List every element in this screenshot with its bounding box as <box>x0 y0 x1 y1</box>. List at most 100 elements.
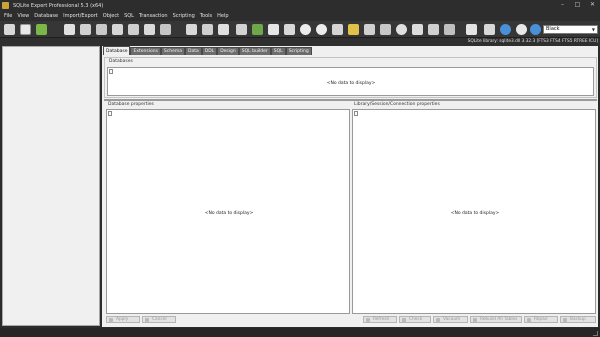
tab-sql[interactable]: SQL <box>270 47 286 55</box>
about-icon[interactable] <box>516 24 527 35</box>
import-icon[interactable] <box>160 24 171 35</box>
menu-tools[interactable]: Tools <box>200 13 212 19</box>
menu-view[interactable]: View <box>17 13 29 19</box>
toolbar <box>0 21 600 38</box>
vacuum-label: Vacuum <box>443 317 461 322</box>
databases-empty-text: <No data to display> <box>326 81 376 86</box>
new-table-icon[interactable] <box>80 24 91 35</box>
document-icon[interactable] <box>412 24 423 35</box>
refresh-icon[interactable] <box>64 24 75 35</box>
apply-icon <box>109 318 113 322</box>
info-icon[interactable] <box>530 24 541 35</box>
tab-schema[interactable]: Schema <box>160 47 186 55</box>
maximize-button[interactable]: □ <box>573 1 582 9</box>
grid-corner[interactable] <box>108 111 112 116</box>
app-icon <box>2 2 9 9</box>
repair-button[interactable]: Repair <box>524 316 558 323</box>
rebuild-icon <box>473 318 477 322</box>
resize-grip-icon[interactable] <box>593 331 598 336</box>
menu-sql[interactable]: SQL <box>124 13 134 19</box>
menu-bar: File View Database Import/Export Object … <box>0 11 600 21</box>
check-label: Check <box>409 317 423 322</box>
tab-ddl[interactable]: DDL <box>201 47 218 55</box>
tab-database[interactable]: Database <box>103 46 131 55</box>
databases-group: Databases <No data to display> <box>104 57 597 98</box>
attach-icon[interactable] <box>36 24 47 35</box>
style-select[interactable]: Black ▼ <box>543 25 598 34</box>
web-icon[interactable] <box>484 24 495 35</box>
compare-icon[interactable] <box>268 24 279 35</box>
title-bar: SQLite Expert Professional 5.3 (x64) – □… <box>0 0 600 11</box>
open-database-icon[interactable] <box>20 24 31 35</box>
backup-icon[interactable] <box>236 24 247 35</box>
backup-icon <box>563 318 567 322</box>
check-button[interactable]: Check <box>399 316 431 323</box>
chevron-down-icon: ▼ <box>591 27 595 32</box>
menu-file[interactable]: File <box>4 13 12 19</box>
database-tree-panel[interactable] <box>2 46 100 326</box>
tab-scripting[interactable]: Scripting <box>285 47 312 55</box>
menu-object[interactable]: Object <box>103 13 119 19</box>
analyze-icon[interactable] <box>284 24 295 35</box>
menu-transaction[interactable]: Transaction <box>139 13 168 19</box>
tab-data[interactable]: Data <box>185 47 202 55</box>
menu-import-export[interactable]: Import/Export <box>63 13 98 19</box>
repair-icon <box>527 318 531 322</box>
schema-icon[interactable] <box>332 24 343 35</box>
check-icon[interactable] <box>364 24 375 35</box>
new-database-icon[interactable] <box>4 24 15 35</box>
vacuum-button[interactable]: Vacuum <box>433 316 468 323</box>
refresh-label: Refresh <box>373 317 390 322</box>
menu-scripting[interactable]: Scripting <box>173 13 195 19</box>
chat-icon[interactable] <box>316 24 327 35</box>
comment-icon[interactable] <box>300 24 311 35</box>
tab-sql-builder[interactable]: SQL builder <box>238 47 271 55</box>
new-view-icon[interactable] <box>96 24 107 35</box>
vacuum-icon[interactable] <box>252 24 263 35</box>
rebuild-all-tables-button[interactable]: Rebuild All Tables <box>470 316 522 323</box>
db-properties-label: Database properties <box>108 102 154 107</box>
check-icon <box>402 318 406 322</box>
main-area: Database Extensions Schema Data DDL Desi… <box>102 46 598 327</box>
key-icon[interactable] <box>380 24 391 35</box>
cancel-button[interactable]: Cancel <box>142 316 176 323</box>
library-info: SQLite library: sqlite3.dll 3.32.3 [FTS3… <box>467 39 598 44</box>
table-grid-icon[interactable] <box>466 24 477 35</box>
grid-corner[interactable] <box>109 69 113 74</box>
databases-label: Databases <box>109 59 133 64</box>
apply-button[interactable]: Apply <box>106 316 140 323</box>
window-title: SQLite Expert Professional 5.3 (x64) <box>13 2 104 9</box>
tab-design[interactable]: Design <box>217 47 239 55</box>
minimize-button[interactable]: – <box>558 1 567 9</box>
rebuild-label: Rebuild All Tables <box>480 317 518 322</box>
refresh-button[interactable]: Refresh <box>363 316 397 323</box>
grid-corner[interactable] <box>354 111 358 116</box>
help-icon[interactable] <box>500 24 511 35</box>
run-query-icon[interactable] <box>202 24 213 35</box>
menu-help[interactable]: Help <box>217 13 228 19</box>
menu-database[interactable]: Database <box>34 13 58 19</box>
lib-properties-grid[interactable]: <No data to display> <box>352 109 596 314</box>
db-properties-grid[interactable]: <No data to display> <box>106 109 350 314</box>
status-bar <box>0 328 600 337</box>
db-properties-empty-text: <No data to display> <box>204 211 254 216</box>
new-trigger-icon[interactable] <box>128 24 139 35</box>
lib-properties-label: Library/Session/Connection properties <box>354 102 440 107</box>
sql-editor-icon[interactable] <box>186 24 197 35</box>
lock-icon[interactable] <box>444 24 455 35</box>
repair-label: Repair <box>534 317 548 322</box>
vacuum-icon <box>436 318 440 322</box>
new-index-icon[interactable] <box>112 24 123 35</box>
close-button[interactable]: ✕ <box>588 1 597 9</box>
tab-extensions[interactable]: Extensions <box>130 47 161 55</box>
export-icon[interactable] <box>144 24 155 35</box>
style-select-value: Black <box>546 26 560 32</box>
query-builder-icon[interactable] <box>218 24 229 35</box>
script-icon[interactable] <box>428 24 439 35</box>
backup-button[interactable]: Backup <box>560 316 596 323</box>
databases-grid[interactable]: <No data to display> <box>107 67 594 96</box>
options-icon[interactable] <box>396 24 407 35</box>
horizontal-splitter[interactable] <box>104 99 597 101</box>
filter-icon[interactable] <box>348 24 359 35</box>
cancel-icon <box>145 318 149 322</box>
